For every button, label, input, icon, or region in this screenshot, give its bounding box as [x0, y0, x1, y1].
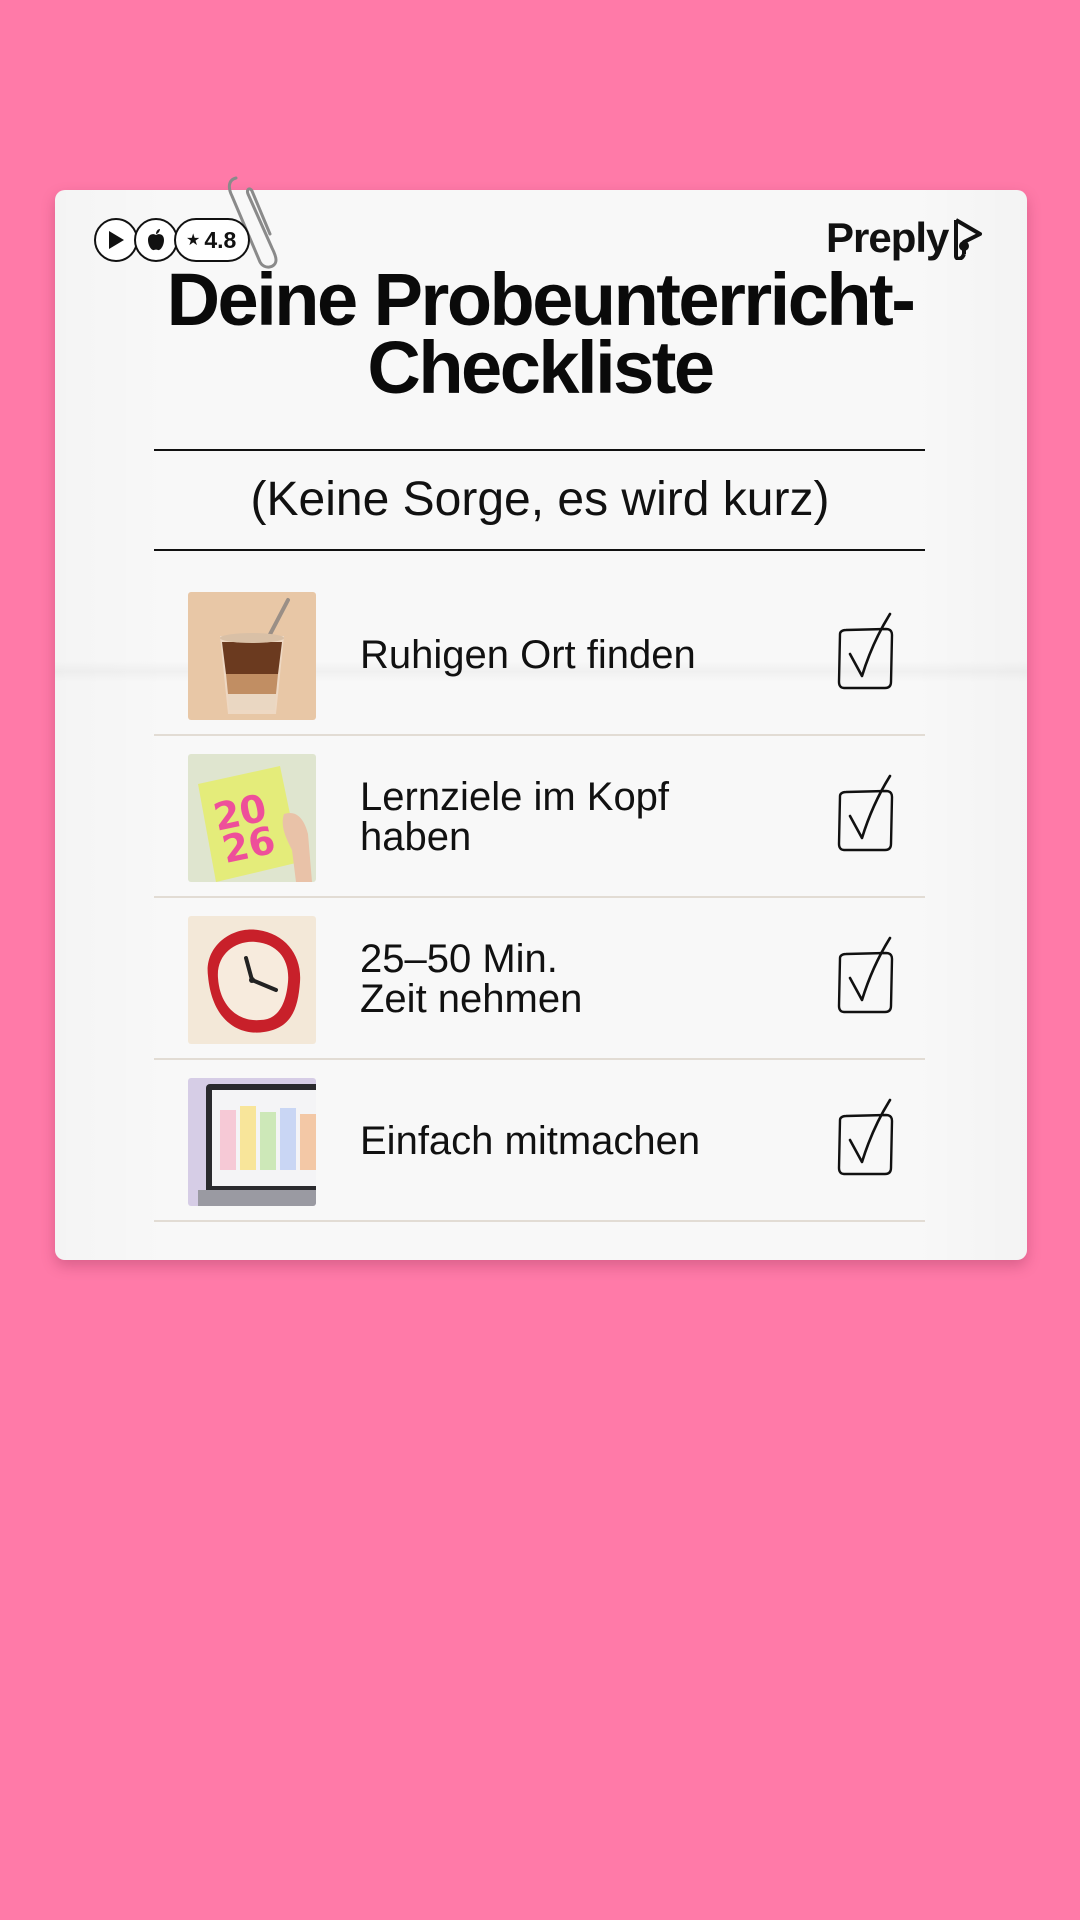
item-label: Ruhigen Ort finden	[360, 635, 740, 675]
apple-icon	[134, 218, 178, 262]
laptop-calendar-icon	[188, 1078, 316, 1206]
title-line-2: Checkliste	[367, 326, 715, 409]
checklist-item: 25–50 Min. Zeit nehmen	[154, 898, 925, 1060]
title-line-1: Deine Probeunterricht-	[166, 258, 916, 341]
divider-top	[154, 449, 925, 451]
checkbox-checked-icon[interactable]	[832, 772, 902, 854]
checklist-item: Einfach mitmachen	[154, 1060, 925, 1222]
checkbox-checked-icon[interactable]	[832, 1096, 902, 1178]
item-label: 25–50 Min. Zeit nehmen	[360, 939, 740, 1019]
item-label-line-2: Zeit nehmen	[360, 977, 583, 1021]
rating-badge: ★ 4.8	[174, 218, 251, 262]
item-separator	[154, 1220, 925, 1222]
preply-logo: Preply	[826, 214, 986, 262]
checkbox-checked-icon[interactable]	[832, 610, 902, 692]
item-label-line-1: Lernziele im Kopf	[360, 775, 670, 819]
checkbox-checked-icon[interactable]	[832, 934, 902, 1016]
item-label: Lernziele im Kopf haben	[360, 777, 740, 857]
preply-logo-mark-icon	[954, 218, 983, 260]
item-label-line-1: Einfach mitmachen	[360, 1119, 701, 1163]
item-label: Einfach mitmachen	[360, 1121, 740, 1161]
divider-bottom	[154, 549, 925, 551]
melting-clock-icon	[188, 916, 316, 1044]
rating-value: 4.8	[204, 226, 237, 253]
logo-text: Preply	[826, 214, 949, 261]
planner-2026-icon: 20 26	[188, 754, 316, 882]
item-label-line-1: Ruhigen Ort finden	[360, 633, 696, 677]
iced-coffee-icon	[188, 592, 316, 720]
checklist-item: Ruhigen Ort finden	[154, 574, 925, 736]
page-title: Deine Probeunterricht- Checkliste	[0, 258, 1080, 409]
item-label-line-1: 25–50 Min.	[360, 937, 558, 981]
checklist-item: 20 26 Lernziele im Kopf haben	[154, 736, 925, 898]
play-store-icon	[94, 218, 138, 262]
item-label-line-2: haben	[360, 815, 472, 859]
star-icon: ★	[186, 232, 201, 249]
subtitle: (Keine Sorge, es wird kurz)	[250, 473, 830, 526]
